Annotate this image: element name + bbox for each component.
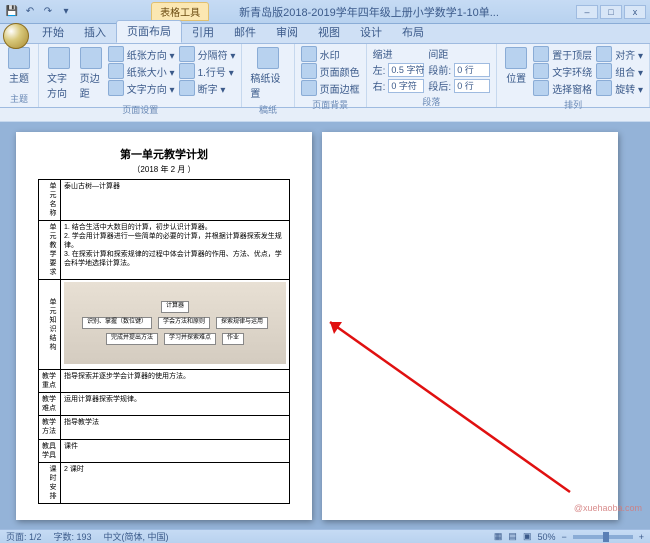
group-icon [596, 63, 612, 79]
watermark-text: @xuehaoba.com [574, 503, 642, 513]
pane-icon [533, 80, 549, 96]
view-web-icon[interactable]: ▣ [523, 531, 532, 542]
tab-references[interactable]: 引用 [182, 22, 224, 43]
zoom-level[interactable]: 50% [537, 532, 555, 542]
themes-button[interactable]: 主题 [6, 46, 32, 86]
page-2[interactable] [322, 132, 618, 520]
orientation-icon [48, 47, 70, 69]
position-button[interactable]: 位置 [503, 46, 529, 86]
bring-front-button[interactable]: 置于顶层 [533, 46, 592, 62]
status-lang[interactable]: 中文(简体, 中国) [104, 530, 169, 543]
zoom-slider[interactable] [573, 535, 633, 539]
page-border-button[interactable]: 页面边框 [301, 80, 360, 96]
view-print-icon[interactable]: ▦ [494, 531, 503, 542]
group-button[interactable]: 组合 ▾ [596, 63, 643, 79]
group-page-setup: 文字方向 页边距 纸张方向 ▾ 纸张大小 ▾ 文字方向 ▾ 分隔符 ▾ 1.行号… [39, 44, 242, 107]
window-controls: – □ x [576, 5, 646, 19]
quick-access-toolbar: 💾 ↶ ↷ ▾ [4, 4, 74, 20]
selection-pane-button[interactable]: 选择窗格 [533, 80, 592, 96]
close-button[interactable]: x [624, 5, 646, 19]
ribbon: 主题 主题 文字方向 页边距 纸张方向 ▾ 纸张大小 ▾ 文字方向 ▾ 分隔符 … [0, 44, 650, 108]
qat-more-icon[interactable]: ▾ [58, 4, 74, 20]
indent-right-input[interactable]: 0 字符 [388, 79, 424, 93]
doc-date: （2018 年 2 月 ） [38, 164, 290, 175]
page-1[interactable]: 第一单元教学计划 （2018 年 2 月 ） 单元名称泰山古树—计算器 单元教学… [16, 132, 312, 520]
align-icon [596, 46, 612, 62]
group-themes: 主题 主题 [0, 44, 39, 107]
embedded-photo: 计算器 识别、掌握（数位键）学会方法和原则探索规律与运用 完成并提出方法学习并探… [64, 282, 286, 364]
status-page[interactable]: 页面: 1/2 [6, 530, 42, 543]
tab-design[interactable]: 设计 [350, 22, 392, 43]
doc-table[interactable]: 单元名称泰山古树—计算器 单元教学要求1. 结合生活中大数目的计算，初步认识计算… [38, 179, 290, 504]
tab-start[interactable]: 开始 [32, 22, 74, 43]
zoom-in-button[interactable]: + [639, 532, 644, 542]
line-num-button[interactable]: 1.行号 ▾ [179, 63, 236, 79]
margins-button[interactable]: 页边距 [78, 46, 104, 101]
hyphen-button[interactable]: 断字 ▾ [179, 80, 236, 96]
zoom-out-button[interactable]: − [561, 532, 566, 542]
spacing-after-input[interactable]: 0 行 [454, 79, 490, 93]
align-button[interactable]: 对齐 ▾ [596, 46, 643, 62]
paper-orient-icon [108, 46, 124, 62]
group-paper-bg: 稿纸设置 稿纸 [242, 44, 294, 107]
orientation-button[interactable]: 文字方向 [45, 46, 74, 101]
office-orb-icon[interactable] [3, 23, 29, 49]
redo-icon[interactable]: ↷ [40, 4, 56, 20]
contextual-tab-caption: 表格工具 [151, 2, 209, 21]
paper-size-icon [108, 63, 124, 79]
tab-review[interactable]: 审阅 [266, 22, 308, 43]
tab-layout[interactable]: 布局 [392, 22, 434, 43]
rotate-icon [596, 80, 612, 96]
text-dir-icon [108, 80, 124, 96]
themes-icon [8, 47, 30, 69]
paper-bg-icon [257, 47, 279, 69]
paper-bg-button[interactable]: 稿纸设置 [248, 46, 287, 101]
page-color-button[interactable]: 页面颜色 [301, 63, 360, 79]
tab-page-layout[interactable]: 页面布局 [116, 20, 182, 43]
text-dir-button[interactable]: 文字方向 ▾ [108, 80, 175, 96]
breaks-button[interactable]: 分隔符 ▾ [179, 46, 236, 62]
watermark-button[interactable]: 水印 [301, 46, 360, 62]
ribbon-tabs: 开始 插入 页面布局 引用 邮件 审阅 视图 设计 布局 [0, 24, 650, 44]
status-bar: 页面: 1/2 字数: 193 中文(简体, 中国) ▦ ▤ ▣ 50% − + [0, 529, 650, 543]
margins-icon [80, 47, 102, 69]
page-border-icon [301, 80, 317, 96]
paper-orient-button[interactable]: 纸张方向 ▾ [108, 46, 175, 62]
indent-left-input[interactable]: 0.5 字符 [388, 63, 424, 77]
page-color-icon [301, 63, 317, 79]
tab-view[interactable]: 视图 [308, 22, 350, 43]
tab-mail[interactable]: 邮件 [224, 22, 266, 43]
wrap-icon [533, 63, 549, 79]
text-wrap-button[interactable]: 文字环绕 [533, 63, 592, 79]
document-workspace[interactable]: 第一单元教学计划 （2018 年 2 月 ） 单元名称泰山古树—计算器 单元教学… [0, 122, 650, 529]
save-icon[interactable]: 💾 [4, 4, 20, 20]
group-paragraph: 缩进 左:0.5 字符 右:0 字符 间距 段前:0 行 段后:0 行 段落 [367, 44, 498, 107]
document-title: 新青岛版2018-2019学年四年级上册小学数学1-10单... [239, 4, 499, 20]
hyphen-icon [179, 80, 195, 96]
title-bar: 💾 ↶ ↷ ▾ 表格工具 新青岛版2018-2019学年四年级上册小学数学1-1… [0, 0, 650, 24]
group-arrange: 位置 置于顶层 文字环绕 选择窗格 对齐 ▾ 组合 ▾ 旋转 ▾ 排列 [497, 44, 650, 107]
view-read-icon[interactable]: ▤ [508, 531, 517, 542]
group-page-bg: 水印 页面颜色 页面边框 页面背景 [295, 44, 367, 107]
undo-icon[interactable]: ↶ [22, 4, 38, 20]
status-words[interactable]: 字数: 193 [54, 530, 92, 543]
spacing-before-input[interactable]: 0 行 [454, 63, 490, 77]
minimize-button[interactable]: – [576, 5, 598, 19]
breaks-icon [179, 46, 195, 62]
line-num-icon [179, 63, 195, 79]
position-icon [505, 47, 527, 69]
watermark-icon [301, 46, 317, 62]
rotate-button[interactable]: 旋转 ▾ [596, 80, 643, 96]
doc-heading: 第一单元教学计划 [38, 146, 290, 162]
front-icon [533, 46, 549, 62]
tab-insert[interactable]: 插入 [74, 22, 116, 43]
paper-size-button[interactable]: 纸张大小 ▾ [108, 63, 175, 79]
maximize-button[interactable]: □ [600, 5, 622, 19]
